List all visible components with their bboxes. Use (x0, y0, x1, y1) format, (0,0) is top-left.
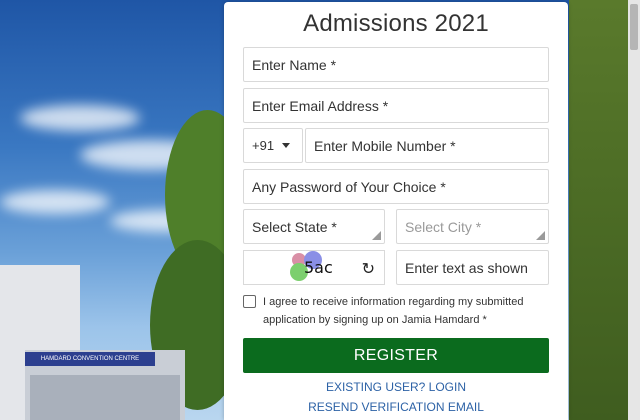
captcha-image: 5ac ↻ (243, 250, 385, 285)
city-select[interactable]: Select City * (396, 209, 549, 244)
email-placeholder: Enter Email Address * (252, 97, 389, 114)
register-button[interactable]: REGISTER (243, 338, 549, 373)
dropdown-corner-icon (372, 231, 381, 240)
password-placeholder: Any Password of Your Choice * (252, 178, 446, 195)
country-code-value: +91 (252, 138, 275, 153)
mobile-input[interactable]: Enter Mobile Number * (305, 128, 549, 163)
state-placeholder: Select State * (252, 218, 337, 235)
refresh-icon[interactable]: ↻ (362, 259, 375, 279)
password-input[interactable]: Any Password of Your Choice * (243, 169, 549, 204)
existing-user-login-link[interactable]: EXISTING USER? LOGIN (224, 380, 568, 394)
country-code-select[interactable]: +91 (243, 128, 303, 163)
page-scrollbar[interactable] (628, 0, 640, 420)
scrollbar-thumb[interactable] (630, 4, 638, 50)
name-placeholder: Enter Name * (252, 56, 337, 73)
cloud (0, 190, 110, 214)
resend-verification-link[interactable]: RESEND VERIFICATION EMAIL (224, 400, 568, 414)
consent-checkbox[interactable] (243, 295, 256, 308)
consent-row: I agree to receive information regarding… (243, 293, 553, 329)
building-columns (30, 375, 180, 420)
admission-form-card: Admissions 2021 Enter Name * Enter Email… (224, 2, 568, 420)
captcha-text: 5ac (304, 258, 333, 277)
chevron-down-icon (282, 143, 291, 148)
email-input[interactable]: Enter Email Address * (243, 88, 549, 123)
city-placeholder: Select City * (405, 218, 482, 235)
dropdown-corner-icon (536, 231, 545, 240)
state-select[interactable]: Select State * (243, 209, 385, 244)
captcha-input[interactable]: Enter text as shown (396, 250, 549, 285)
name-input[interactable]: Enter Name * (243, 47, 549, 82)
form-title: Admissions 2021 (303, 10, 489, 37)
consent-label: I agree to receive information regarding… (263, 296, 524, 326)
mobile-placeholder: Enter Mobile Number * (314, 137, 456, 154)
cloud (20, 105, 140, 131)
captcha-input-placeholder: Enter text as shown (405, 259, 528, 276)
building-sign: HAMDARD CONVENTION CENTRE (25, 352, 155, 366)
